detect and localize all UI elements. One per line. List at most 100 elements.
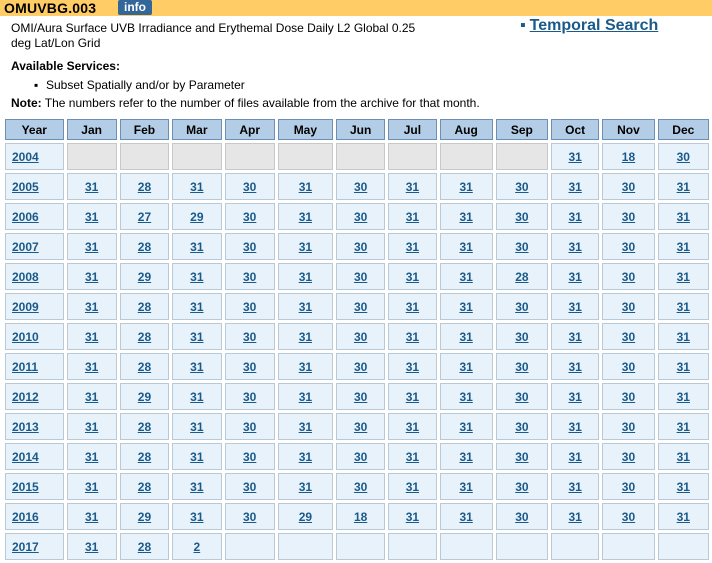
- month-file-count-link[interactable]: 31: [568, 390, 581, 404]
- year-link[interactable]: 2012: [12, 390, 39, 404]
- month-file-count-link[interactable]: 31: [299, 480, 312, 494]
- month-file-count-link[interactable]: 30: [515, 450, 528, 464]
- month-file-count-link[interactable]: 30: [622, 390, 635, 404]
- month-file-count-link[interactable]: 31: [299, 240, 312, 254]
- month-file-count-link[interactable]: 31: [459, 300, 472, 314]
- year-link[interactable]: 2008: [12, 270, 39, 284]
- month-file-count-link[interactable]: 30: [354, 480, 367, 494]
- month-file-count-link[interactable]: 29: [138, 270, 151, 284]
- month-file-count-link[interactable]: 30: [622, 240, 635, 254]
- month-file-count-link[interactable]: 30: [622, 330, 635, 344]
- month-file-count-link[interactable]: 30: [622, 270, 635, 284]
- month-file-count-link[interactable]: 31: [190, 480, 203, 494]
- month-file-count-link[interactable]: 31: [677, 210, 690, 224]
- year-link[interactable]: 2017: [12, 540, 39, 554]
- month-file-count-link[interactable]: 31: [459, 330, 472, 344]
- month-file-count-link[interactable]: 30: [243, 480, 256, 494]
- month-file-count-link[interactable]: 31: [85, 180, 98, 194]
- month-file-count-link[interactable]: 28: [138, 420, 151, 434]
- month-file-count-link[interactable]: 31: [677, 480, 690, 494]
- month-file-count-link[interactable]: 31: [190, 240, 203, 254]
- month-file-count-link[interactable]: 30: [354, 270, 367, 284]
- year-link[interactable]: 2007: [12, 240, 39, 254]
- month-file-count-link[interactable]: 30: [243, 240, 256, 254]
- month-file-count-link[interactable]: 31: [459, 360, 472, 374]
- month-file-count-link[interactable]: 29: [190, 210, 203, 224]
- month-file-count-link[interactable]: 31: [459, 480, 472, 494]
- month-file-count-link[interactable]: 31: [85, 510, 98, 524]
- month-file-count-link[interactable]: 31: [190, 450, 203, 464]
- year-link[interactable]: 2014: [12, 450, 39, 464]
- month-file-count-link[interactable]: 31: [568, 360, 581, 374]
- month-file-count-link[interactable]: 31: [459, 180, 472, 194]
- month-file-count-link[interactable]: 28: [138, 480, 151, 494]
- month-file-count-link[interactable]: 31: [459, 450, 472, 464]
- month-file-count-link[interactable]: 30: [515, 360, 528, 374]
- month-file-count-link[interactable]: 31: [190, 360, 203, 374]
- month-file-count-link[interactable]: 30: [622, 180, 635, 194]
- month-file-count-link[interactable]: 31: [85, 480, 98, 494]
- month-file-count-link[interactable]: 31: [406, 360, 419, 374]
- month-file-count-link[interactable]: 28: [138, 180, 151, 194]
- month-file-count-link[interactable]: 30: [622, 420, 635, 434]
- month-file-count-link[interactable]: 31: [406, 300, 419, 314]
- month-file-count-link[interactable]: 31: [190, 330, 203, 344]
- month-file-count-link[interactable]: 31: [677, 360, 690, 374]
- month-file-count-link[interactable]: 30: [243, 180, 256, 194]
- month-file-count-link[interactable]: 31: [406, 450, 419, 464]
- year-link[interactable]: 2010: [12, 330, 39, 344]
- month-file-count-link[interactable]: 31: [568, 510, 581, 524]
- month-file-count-link[interactable]: 28: [138, 540, 151, 554]
- month-file-count-link[interactable]: 31: [406, 180, 419, 194]
- month-file-count-link[interactable]: 30: [243, 450, 256, 464]
- month-file-count-link[interactable]: 30: [354, 450, 367, 464]
- month-file-count-link[interactable]: 18: [354, 510, 367, 524]
- month-file-count-link[interactable]: 31: [406, 240, 419, 254]
- month-file-count-link[interactable]: 31: [190, 510, 203, 524]
- month-file-count-link[interactable]: 31: [85, 270, 98, 284]
- month-file-count-link[interactable]: 30: [515, 420, 528, 434]
- year-link[interactable]: 2015: [12, 480, 39, 494]
- month-file-count-link[interactable]: 31: [677, 420, 690, 434]
- month-file-count-link[interactable]: 30: [354, 210, 367, 224]
- year-link[interactable]: 2005: [12, 180, 39, 194]
- month-file-count-link[interactable]: 29: [299, 510, 312, 524]
- month-file-count-link[interactable]: 31: [677, 510, 690, 524]
- month-file-count-link[interactable]: 31: [677, 330, 690, 344]
- month-file-count-link[interactable]: 31: [190, 270, 203, 284]
- month-file-count-link[interactable]: 30: [354, 300, 367, 314]
- month-file-count-link[interactable]: 31: [568, 480, 581, 494]
- month-file-count-link[interactable]: 31: [85, 390, 98, 404]
- month-file-count-link[interactable]: 31: [299, 390, 312, 404]
- month-file-count-link[interactable]: 30: [354, 360, 367, 374]
- month-file-count-link[interactable]: 31: [406, 210, 419, 224]
- month-file-count-link[interactable]: 30: [243, 390, 256, 404]
- month-file-count-link[interactable]: 30: [515, 390, 528, 404]
- month-file-count-link[interactable]: 30: [677, 150, 690, 164]
- month-file-count-link[interactable]: 31: [406, 510, 419, 524]
- month-file-count-link[interactable]: 31: [677, 270, 690, 284]
- month-file-count-link[interactable]: 31: [406, 330, 419, 344]
- month-file-count-link[interactable]: 31: [459, 270, 472, 284]
- month-file-count-link[interactable]: 28: [138, 450, 151, 464]
- month-file-count-link[interactable]: 31: [190, 390, 203, 404]
- month-file-count-link[interactable]: 31: [568, 150, 581, 164]
- month-file-count-link[interactable]: 31: [568, 180, 581, 194]
- month-file-count-link[interactable]: 31: [299, 270, 312, 284]
- month-file-count-link[interactable]: 31: [677, 240, 690, 254]
- year-link[interactable]: 2009: [12, 300, 39, 314]
- month-file-count-link[interactable]: 30: [622, 510, 635, 524]
- month-file-count-link[interactable]: 27: [138, 210, 151, 224]
- month-file-count-link[interactable]: 30: [354, 180, 367, 194]
- month-file-count-link[interactable]: 31: [406, 480, 419, 494]
- temporal-search-link[interactable]: ▪ Temporal Search: [520, 17, 658, 35]
- month-file-count-link[interactable]: 31: [677, 300, 690, 314]
- month-file-count-link[interactable]: 31: [85, 300, 98, 314]
- month-file-count-link[interactable]: 28: [138, 240, 151, 254]
- month-file-count-link[interactable]: 31: [190, 300, 203, 314]
- month-file-count-link[interactable]: 28: [515, 270, 528, 284]
- month-file-count-link[interactable]: 31: [299, 420, 312, 434]
- month-file-count-link[interactable]: 31: [406, 420, 419, 434]
- month-file-count-link[interactable]: 31: [85, 420, 98, 434]
- month-file-count-link[interactable]: 31: [568, 210, 581, 224]
